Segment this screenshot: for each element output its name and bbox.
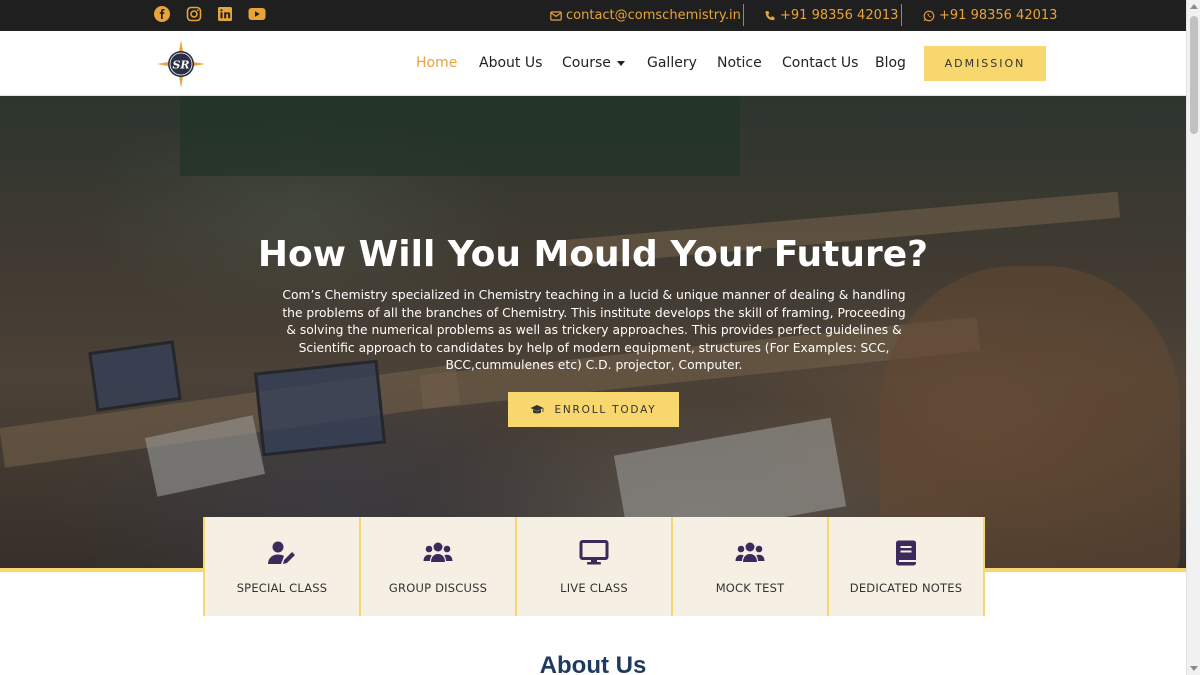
feature-cards: SPECIAL CLASS GROUP DISCUSS LIVE CLASS M… xyxy=(203,517,985,616)
scroll-up-icon[interactable] xyxy=(1190,4,1198,9)
hero-title: How Will You Mould Your Future? xyxy=(257,234,929,275)
whatsapp-icon xyxy=(923,10,935,21)
book-icon xyxy=(890,539,922,567)
phone-text: +91 98356 42013 xyxy=(780,8,899,23)
enroll-label: ENROLL TODAY xyxy=(554,403,657,416)
facebook-icon[interactable] xyxy=(153,5,170,22)
nav-notice[interactable]: Notice xyxy=(717,55,762,71)
feature-label: SPECIAL CLASS xyxy=(236,581,328,595)
divider xyxy=(743,4,744,26)
feature-special-class[interactable]: SPECIAL CLASS xyxy=(203,517,359,616)
about-us-heading: About Us xyxy=(539,652,647,675)
nav-blog[interactable]: Blog xyxy=(875,55,906,71)
user-edit-icon xyxy=(266,539,298,567)
feature-dedicated-notes[interactable]: DEDICATED NOTES xyxy=(827,517,985,616)
email-text: contact@comschemistry.in xyxy=(566,8,741,23)
divider xyxy=(901,4,902,26)
logo-text: SR xyxy=(172,59,189,72)
site-logo[interactable]: SR xyxy=(156,39,206,89)
graduation-cap-icon xyxy=(530,404,544,413)
nav-contact-us[interactable]: Contact Us xyxy=(782,55,858,71)
page: contact@comschemistry.in +91 98356 42013… xyxy=(0,0,1200,675)
linkedin-icon[interactable] xyxy=(216,5,233,22)
feature-mock-test[interactable]: MOCK TEST xyxy=(671,517,827,616)
main-navbar: SR Home About Us Course Gallery Notice C… xyxy=(0,31,1186,96)
page-scrollbar[interactable] xyxy=(1186,0,1200,675)
instagram-icon[interactable] xyxy=(185,5,202,22)
whatsapp-text: +91 98356 42013 xyxy=(939,8,1058,23)
top-bar: contact@comschemistry.in +91 98356 42013… xyxy=(0,0,1186,31)
youtube-icon[interactable] xyxy=(247,5,266,22)
feature-label: GROUP DISCUSS xyxy=(388,581,488,595)
users-icon xyxy=(734,539,766,567)
scrollbar-thumb[interactable] xyxy=(1190,16,1198,134)
feature-live-class[interactable]: LIVE CLASS xyxy=(515,517,671,616)
feature-label: MOCK TEST xyxy=(715,581,785,595)
feature-label: LIVE CLASS xyxy=(560,581,628,595)
whatsapp-link[interactable]: +91 98356 42013 xyxy=(923,0,1057,31)
phone-icon xyxy=(765,10,775,20)
users-icon xyxy=(422,539,454,567)
feature-label: DEDICATED NOTES xyxy=(849,581,963,595)
envelope-icon xyxy=(550,10,562,21)
nav-gallery[interactable]: Gallery xyxy=(647,55,697,71)
admission-button[interactable]: ADMISSION xyxy=(924,46,1046,81)
hero-description: Com’s Chemistry specialized in Chemistry… xyxy=(282,288,906,372)
enroll-today-button[interactable]: ENROLL TODAY xyxy=(508,392,679,427)
phone-link[interactable]: +91 98356 42013 xyxy=(764,0,898,31)
nav-about-us[interactable]: About Us xyxy=(479,55,542,71)
nav-course-label: Course xyxy=(562,55,611,71)
email-link[interactable]: contact@comschemistry.in xyxy=(550,0,741,31)
feature-group-discuss[interactable]: GROUP DISCUSS xyxy=(359,517,515,616)
caret-down-icon xyxy=(616,60,625,66)
scroll-down-icon[interactable] xyxy=(1190,666,1198,671)
nav-home[interactable]: Home xyxy=(416,55,457,71)
hero-section: How Will You Mould Your Future? Com’s Ch… xyxy=(0,96,1186,568)
nav-course[interactable]: Course xyxy=(562,55,625,71)
desktop-icon xyxy=(578,539,610,567)
